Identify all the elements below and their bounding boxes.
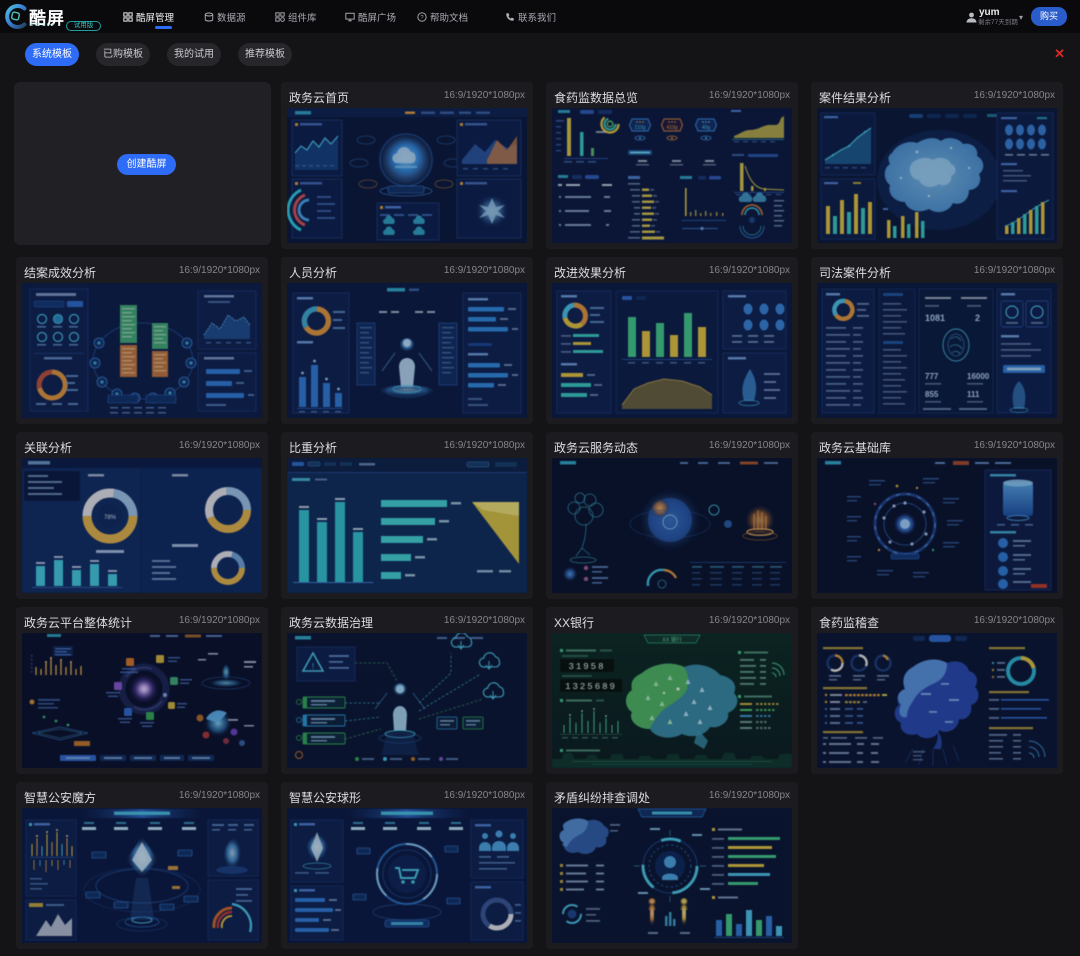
svg-text:31958: 31958: [568, 662, 605, 672]
svg-text:1325689: 1325689: [565, 682, 617, 692]
svg-text:78%: 78%: [104, 515, 117, 521]
svg-text:210g: 210g: [634, 125, 645, 131]
svg-text:410g: 410g: [666, 125, 677, 131]
svg-text:1081: 1081: [925, 313, 945, 323]
svg-text:855: 855: [925, 390, 939, 399]
svg-text:2: 2: [975, 313, 980, 323]
svg-text:40g: 40g: [702, 125, 711, 131]
svg-text:!: !: [312, 662, 314, 671]
svg-text:16000: 16000: [967, 372, 990, 381]
svg-text:XX 银行: XX 银行: [662, 636, 682, 644]
svg-text:111: 111: [967, 390, 980, 399]
svg-text:777: 777: [925, 372, 939, 381]
